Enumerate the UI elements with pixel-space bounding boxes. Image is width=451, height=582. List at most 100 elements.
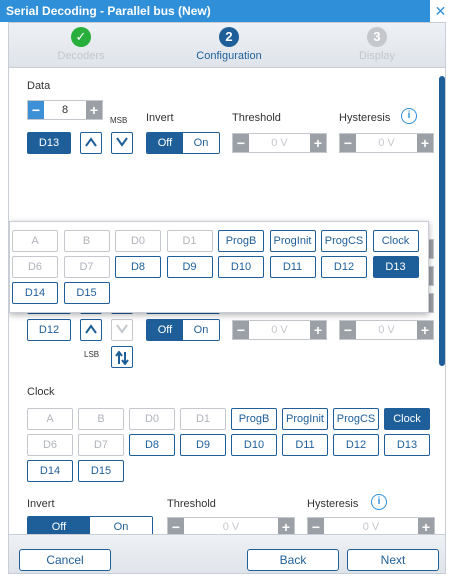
channel-option[interactable]: D6 <box>27 434 73 456</box>
channel-option[interactable]: B <box>78 408 124 430</box>
step-label: Decoders <box>57 50 105 62</box>
channel-option[interactable]: D13 <box>384 434 430 456</box>
plus-icon[interactable]: + <box>310 321 326 339</box>
channel-option[interactable]: D12 <box>321 256 367 278</box>
minus-icon[interactable]: − <box>28 101 44 119</box>
channel-option[interactable]: D15 <box>63 282 110 304</box>
channel-option[interactable]: D1 <box>180 408 226 430</box>
clock-threshold-value[interactable]: 0 V <box>184 518 278 534</box>
minus-icon[interactable]: − <box>308 518 324 534</box>
step-number-icon: 2 <box>219 27 239 47</box>
minus-icon[interactable]: − <box>168 518 184 534</box>
wizard-footer: Cancel Back Next <box>8 534 446 574</box>
plus-icon[interactable]: + <box>418 518 434 534</box>
step-decoders[interactable]: ✓ Decoders <box>21 27 141 62</box>
config-content: Data − 8 + MSB Invert Threshold Hysteres… <box>8 68 446 534</box>
channel-option[interactable]: A <box>12 230 58 252</box>
data-channel-button[interactable]: D12 <box>27 319 71 341</box>
channel-option[interactable]: ProgB <box>231 408 277 430</box>
channel-option[interactable]: Clock <box>372 230 419 252</box>
threshold-value[interactable]: 0 V <box>249 134 310 152</box>
plus-icon[interactable]: + <box>86 101 102 119</box>
channel-option[interactable]: D8 <box>129 434 175 456</box>
vertical-scrollbar[interactable] <box>439 76 445 366</box>
wizard-stepper: ✓ Decoders 2 Configuration 3 Display <box>8 22 446 68</box>
minus-icon[interactable]: − <box>340 134 356 152</box>
toggle-on[interactable]: On <box>183 320 219 340</box>
invert-toggle[interactable]: Off On <box>146 319 220 341</box>
channel-option[interactable]: D13 <box>372 256 419 278</box>
channel-option[interactable]: D9 <box>180 434 226 456</box>
data-count-stepper[interactable]: − 8 + <box>27 100 103 120</box>
hysteresis-value[interactable]: 0 V <box>356 321 417 339</box>
threshold-value[interactable]: 0 V <box>249 321 310 339</box>
clock-section-title: Clock <box>27 386 55 398</box>
channel-option[interactable]: D7 <box>78 434 124 456</box>
cancel-button[interactable]: Cancel <box>19 549 111 571</box>
channel-option[interactable]: ProgInit <box>269 230 316 252</box>
data-channel-button[interactable]: D13 <box>27 132 71 154</box>
close-icon[interactable]: ✕ <box>429 0 451 22</box>
channel-option[interactable]: A <box>27 408 73 430</box>
toggle-on[interactable]: On <box>183 133 219 153</box>
channel-option[interactable]: ProgCS <box>321 230 367 252</box>
channel-option[interactable]: ProgInit <box>282 408 328 430</box>
channel-option[interactable]: D8 <box>115 256 161 278</box>
step-display[interactable]: 3 Display <box>317 27 437 62</box>
channel-option[interactable]: D14 <box>12 282 58 304</box>
clock-threshold-stepper[interactable]: − 0 V + <box>167 517 295 534</box>
channel-option[interactable]: D15 <box>78 460 124 482</box>
toggle-off[interactable]: Off <box>147 320 183 340</box>
move-down-icon[interactable] <box>111 132 133 154</box>
clock-hysteresis-stepper[interactable]: − 0 V + <box>307 517 435 534</box>
minus-icon[interactable]: − <box>233 134 249 152</box>
next-button[interactable]: Next <box>347 549 439 571</box>
channel-option[interactable]: D0 <box>129 408 175 430</box>
channel-option[interactable]: D10 <box>231 434 277 456</box>
channel-option[interactable]: D0 <box>115 230 161 252</box>
move-up-icon[interactable] <box>80 132 102 154</box>
clock-invert-toggle[interactable]: Off On <box>27 516 153 534</box>
toggle-on[interactable]: On <box>90 517 152 534</box>
channel-option[interactable]: D11 <box>269 256 316 278</box>
channel-option[interactable]: D7 <box>63 256 110 278</box>
lsb-label: LSB <box>84 350 100 359</box>
hysteresis-stepper[interactable]: − 0 V + <box>339 133 434 153</box>
channel-option[interactable]: D14 <box>27 460 73 482</box>
hysteresis-value[interactable]: 0 V <box>356 134 417 152</box>
clock-hysteresis-value[interactable]: 0 V <box>324 518 418 534</box>
threshold-stepper[interactable]: − 0 V + <box>232 320 327 340</box>
channel-option[interactable]: D12 <box>333 434 379 456</box>
channel-option[interactable]: D6 <box>12 256 58 278</box>
channel-option[interactable]: D11 <box>282 434 328 456</box>
move-up-icon[interactable] <box>80 319 102 341</box>
threshold-stepper[interactable]: − 0 V + <box>232 133 327 153</box>
step-label: Configuration <box>196 50 262 62</box>
channel-option[interactable]: B <box>63 230 110 252</box>
hysteresis-stepper[interactable]: − 0 V + <box>339 320 434 340</box>
plus-icon[interactable]: + <box>417 134 433 152</box>
toggle-off[interactable]: Off <box>147 133 183 153</box>
invert-toggle[interactable]: Off On <box>146 132 220 154</box>
channel-option[interactable]: D10 <box>218 256 264 278</box>
back-button[interactable]: Back <box>247 549 339 571</box>
channel-option[interactable]: D1 <box>166 230 213 252</box>
info-icon[interactable]: i <box>401 108 417 124</box>
channel-option[interactable]: ProgB <box>218 230 264 252</box>
minus-icon[interactable]: − <box>233 321 249 339</box>
swap-order-icon[interactable] <box>111 346 133 368</box>
channel-option[interactable]: Clock <box>384 408 430 430</box>
plus-icon[interactable]: + <box>417 321 433 339</box>
minus-icon[interactable]: − <box>340 321 356 339</box>
info-icon[interactable]: i <box>371 494 387 510</box>
channel-option[interactable]: D9 <box>166 256 213 278</box>
channel-option[interactable]: ProgCS <box>333 408 379 430</box>
step-configuration[interactable]: 2 Configuration <box>169 27 289 62</box>
plus-icon[interactable]: + <box>278 518 294 534</box>
data-count-value[interactable]: 8 <box>44 101 86 119</box>
hysteresis-header: Hysteresis <box>339 112 391 124</box>
plus-icon[interactable]: + <box>310 134 326 152</box>
toggle-off[interactable]: Off <box>28 517 90 534</box>
window-titlebar: Serial Decoding - Parallel bus (New) ✕ <box>0 0 451 22</box>
move-down-icon[interactable] <box>111 319 133 341</box>
